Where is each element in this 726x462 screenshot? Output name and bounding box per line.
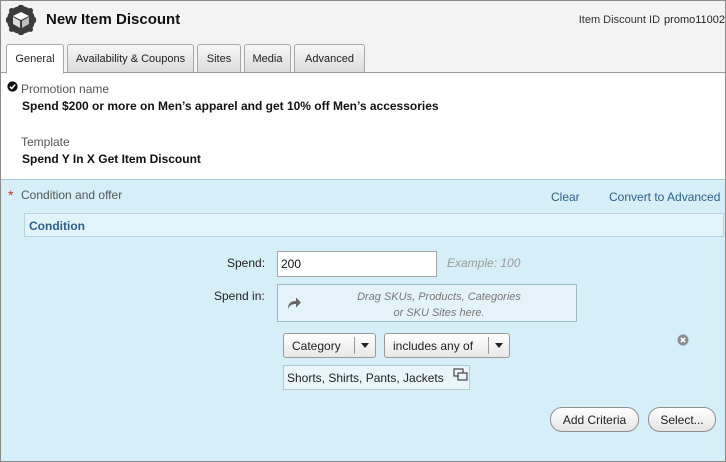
spend-in-label: Spend in: bbox=[214, 289, 265, 303]
promotion-name-value: Spend $200 or more on Men’s apparel and … bbox=[22, 99, 439, 113]
tab-media[interactable]: Media bbox=[244, 44, 291, 72]
remove-circle-icon[interactable] bbox=[677, 334, 689, 346]
clear-link[interactable]: Clear bbox=[551, 190, 580, 204]
chevron-down-icon bbox=[488, 337, 509, 354]
item-id-label: Item Discount ID bbox=[578, 14, 661, 26]
promotion-box-icon bbox=[6, 5, 36, 35]
tab-general[interactable]: General bbox=[6, 44, 64, 74]
template-value: Spend Y In X Get Item Discount bbox=[22, 152, 201, 166]
spend-in-drop-zone[interactable]: Drag SKUs, Products, Categories or SKU S… bbox=[277, 284, 577, 322]
spend-label: Spend: bbox=[227, 256, 266, 270]
drag-arrow-icon bbox=[288, 297, 301, 309]
condition-offer-title: Condition and offer bbox=[21, 188, 123, 202]
check-circle-icon bbox=[7, 81, 18, 92]
criteria-values-text: Shorts, Shirts, Pants, Jackets bbox=[287, 371, 444, 385]
required-marker: * bbox=[8, 187, 14, 203]
promotion-name-label: Promotion name bbox=[21, 82, 110, 96]
tab-availability-coupons[interactable]: Availability & Coupons bbox=[67, 44, 194, 72]
spend-input[interactable]: 200 bbox=[277, 251, 437, 277]
item-id: Item Discount ID promo11002 bbox=[579, 14, 725, 26]
criteria-type-value: Category bbox=[292, 338, 341, 353]
chevron-down-icon bbox=[354, 337, 375, 354]
editor-header: New Item Discount Item Discount ID promo1… bbox=[1, 1, 725, 43]
add-criteria-button[interactable]: Add Criteria bbox=[550, 407, 639, 432]
drop-zone-hint: Drag SKUs, Products, Categories or SKU S… bbox=[308, 289, 570, 321]
page-title: New Item Discount bbox=[46, 11, 181, 28]
operator-value: includes any of bbox=[393, 338, 474, 353]
select-button[interactable]: Select... bbox=[648, 407, 716, 432]
criteria-values-field[interactable]: Shorts, Shirts, Pants, Jackets bbox=[283, 365, 470, 390]
drop-zone-hint-line1: Drag SKUs, Products, Categories bbox=[357, 291, 521, 303]
template-label: Template bbox=[21, 135, 70, 149]
item-discount-editor: New Item Discount Item Discount ID promo1… bbox=[0, 0, 726, 462]
convert-to-advanced-link[interactable]: Convert to Advanced bbox=[609, 190, 720, 204]
criteria-type-select[interactable]: Category bbox=[283, 333, 376, 358]
condition-section-header: Condition bbox=[24, 213, 724, 237]
item-id-value: promo11002 bbox=[664, 14, 725, 26]
tab-bar: General Availability & Coupons Sites Med… bbox=[1, 43, 725, 74]
condition-header-label: Condition bbox=[29, 219, 85, 233]
tab-advanced[interactable]: Advanced bbox=[294, 44, 365, 72]
tab-sites[interactable]: Sites bbox=[197, 44, 241, 72]
spend-example-hint: Example: 100 bbox=[447, 256, 521, 270]
drop-zone-hint-line2: or SKU Sites here. bbox=[393, 307, 485, 319]
operator-select[interactable]: includes any of bbox=[384, 333, 510, 358]
popout-window-icon[interactable] bbox=[453, 368, 468, 382]
